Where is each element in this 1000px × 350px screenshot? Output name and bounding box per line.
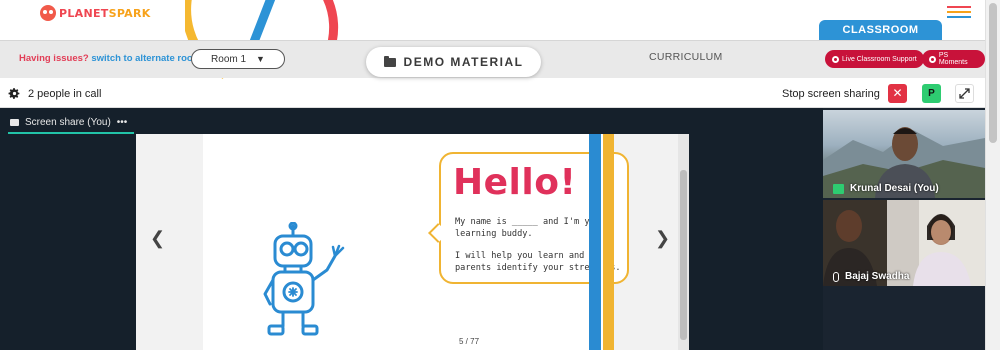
screen-share-icon (833, 183, 844, 194)
gear-icon[interactable] (8, 87, 21, 100)
room-select-value: Room 1 (211, 53, 247, 65)
screen-share-tab[interactable]: Screen share (You) ••• (8, 112, 134, 134)
issues-text: Having issues? (19, 53, 89, 64)
slide-heading: Hello! (453, 162, 577, 203)
mic-icon[interactable] (833, 271, 839, 282)
shared-slide-viewer: ❮ Hello! My name is _____ and I'm your l… (136, 134, 689, 350)
support-icon (832, 55, 839, 63)
stop-sharing-button[interactable]: ✕ (888, 84, 907, 103)
top-header: PLANETSPARK CLASSROOM (0, 0, 985, 79)
next-slide-arrow-icon[interactable]: ❯ (655, 228, 670, 249)
participant-name-tag: Bajaj Swadha (833, 271, 909, 282)
live-support-button[interactable]: Live Classroom Support (825, 50, 924, 68)
more-options-icon[interactable]: ••• (117, 117, 128, 128)
call-bar: 2 people in call Stop screen sharing ✕ P (0, 80, 985, 108)
slide-page: Hello! My name is _____ and I'm your lea… (203, 134, 629, 350)
caret-down-icon: ▼ (256, 54, 265, 64)
logo-icon (40, 5, 56, 21)
page-scrollbar[interactable] (985, 0, 1000, 350)
moments-icon (929, 55, 936, 63)
participant-tile[interactable]: Bajaj Swadha (823, 200, 985, 286)
participant-name-tag: Krunal Desai (You) (833, 183, 939, 194)
slide-scrollbar[interactable] (678, 134, 689, 350)
page-scroll-thumb[interactable] (989, 3, 997, 143)
curriculum-tab[interactable]: CURRICULUM (649, 51, 723, 63)
expand-icon (959, 88, 970, 99)
classroom-page: PLANETSPARK CLASSROOM Having issues? swi… (0, 0, 1000, 350)
screen-share-stage: Screen share (You) ••• ❮ Hello! My name … (0, 108, 823, 350)
classroom-tab[interactable]: CLASSROOM (819, 20, 942, 42)
room-select[interactable]: Room 1 ▼ (191, 49, 285, 69)
demo-material-button[interactable]: DEMO MATERIAL (366, 47, 541, 77)
screen-share-tab-label: Screen share (You) (25, 116, 111, 128)
menu-icon[interactable] (947, 6, 971, 22)
ps-moments-button[interactable]: PS Moments (922, 50, 985, 68)
participants-panel: Krunal Desai (You) Bajaj Swadha (823, 108, 985, 350)
logo-text: PLANETSPARK (59, 6, 151, 20)
folder-icon (383, 55, 396, 67)
issues-notice: Having issues? switch to alternate room (19, 53, 201, 64)
participant-tile[interactable]: Krunal Desai (You) (823, 110, 985, 198)
fullscreen-button[interactable] (955, 84, 974, 103)
planetspark-logo[interactable]: PLANETSPARK (40, 5, 151, 21)
switch-room-link[interactable]: switch to alternate room (91, 53, 201, 64)
screen-icon (10, 118, 19, 126)
participant-p-button[interactable]: P (922, 84, 941, 103)
slide-scroll-thumb[interactable] (680, 170, 687, 340)
robot-illustration (263, 222, 345, 336)
slide-page-number: 5 / 77 (459, 337, 480, 346)
prev-slide-arrow-icon[interactable]: ❮ (150, 228, 165, 249)
people-count: 2 people in call (28, 88, 102, 100)
stop-sharing-label: Stop screen sharing (782, 88, 880, 100)
